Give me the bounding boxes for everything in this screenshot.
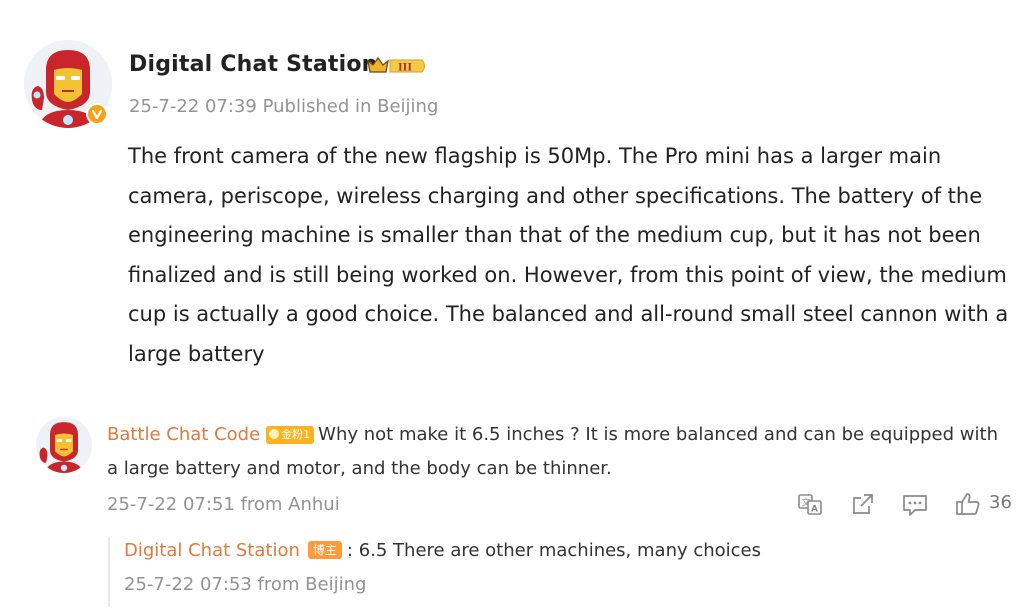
post-author-name[interactable]: Digital Chat Station	[129, 52, 378, 77]
post-date: 25-7-22 07:39	[129, 96, 257, 117]
reply-author-name[interactable]: Digital Chat Station	[124, 540, 300, 561]
thumbs-up-icon[interactable]	[954, 490, 982, 518]
translate-icon[interactable]: 文 A	[796, 490, 824, 518]
post-location: Published in Beijing	[262, 96, 439, 117]
rank-badge[interactable]: III	[366, 54, 428, 78]
post-meta: 25-7-22 07:39 Published in Beijing	[129, 96, 438, 117]
fan-badge-label: 金粉1	[281, 428, 311, 441]
rank-badge-label: III	[398, 60, 412, 74]
comment-body: Battle Chat Code 金粉1 Why not make it 6.5 i…	[107, 418, 1007, 486]
coin-icon	[269, 429, 280, 439]
post-text: The front camera of the new flagship is …	[128, 144, 1009, 366]
fan-badge[interactable]: 金粉1	[266, 426, 315, 444]
comment-author-avatar[interactable]	[36, 417, 92, 473]
reply-meta: 25-7-22 07:53 from Beijing	[124, 574, 367, 595]
verified-badge-icon	[86, 103, 108, 125]
comment-author-name[interactable]: Battle Chat Code	[107, 424, 260, 445]
reply-divider	[108, 537, 110, 607]
host-badge: 博主	[307, 541, 342, 559]
iron-man-avatar-icon	[36, 417, 92, 473]
share-icon[interactable]	[849, 490, 877, 518]
reply-text: : 6.5 There are other machines, many cho…	[346, 540, 762, 561]
comment-meta: 25-7-22 07:51 from Anhui	[107, 494, 340, 515]
comment-icon[interactable]	[901, 490, 929, 518]
svg-text:A: A	[811, 505, 818, 515]
reply: Digital Chat Station 博主: 6.5 There are ot…	[124, 536, 761, 566]
crown-rank-icon: III	[367, 56, 425, 74]
like-count: 36	[989, 492, 1012, 513]
